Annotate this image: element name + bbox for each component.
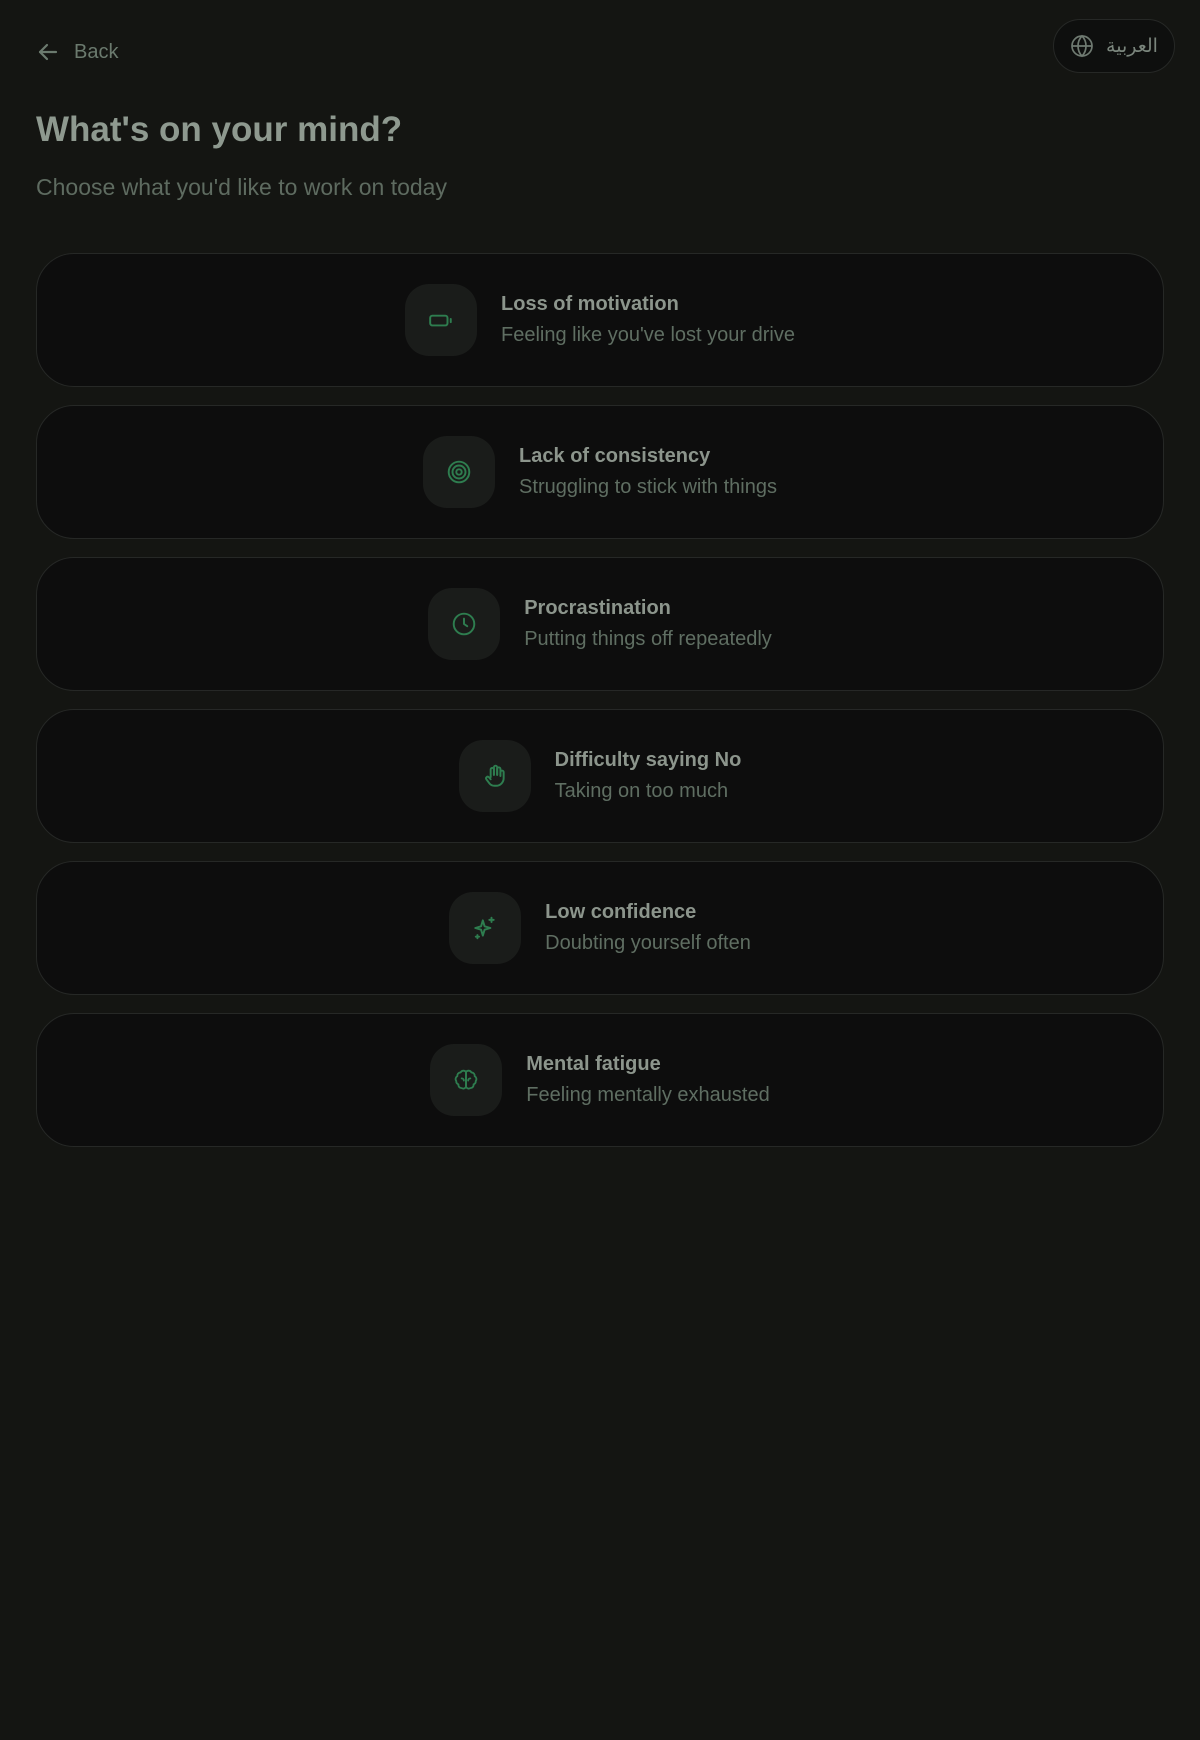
globe-icon: [1071, 34, 1093, 58]
option-title: Low confidence: [545, 901, 697, 923]
option-mental-fatigue[interactable]: Mental fatigue Feeling mentally exhauste…: [36, 1013, 1164, 1147]
brain-icon: [454, 1069, 478, 1090]
option-icon-box: [449, 892, 522, 964]
language-toggle-button[interactable]: العربية: [1053, 19, 1175, 73]
page-subtitle: Choose what you'd like to work on today: [36, 174, 447, 200]
option-title: Lack of consistency: [519, 445, 711, 467]
language-label: العربية: [1106, 35, 1158, 57]
option-icon-box: [430, 1044, 503, 1116]
option-title: Procrastination: [524, 597, 671, 619]
sparkles-icon: [474, 916, 495, 940]
battery-low-icon: [429, 314, 452, 327]
option-difficulty-saying-no[interactable]: Difficulty saying No Taking on too much: [36, 709, 1164, 843]
option-text: Lack of consistency Struggling to stick …: [519, 445, 777, 499]
option-text: Low confidence Doubting yourself often: [545, 901, 751, 955]
option-description: Feeling like you've lost your drive: [501, 324, 795, 346]
back-button[interactable]: Back: [36, 40, 118, 64]
clock-icon: [452, 612, 476, 636]
arrow-left-icon: [38, 43, 58, 61]
option-description: Doubting yourself often: [545, 932, 751, 954]
target-icon: [447, 460, 471, 484]
option-title: Mental fatigue: [526, 1053, 661, 1075]
option-text: Loss of motivation Feeling like you've l…: [501, 293, 795, 347]
option-icon-box: [405, 284, 478, 356]
topic-selection-screen: Back العربية What's on your mind? Choose…: [0, 0, 1200, 1740]
option-title: Loss of motivation: [501, 293, 679, 315]
option-icon-box: [428, 588, 501, 660]
back-label: Back: [74, 40, 119, 63]
option-description: Putting things off repeatedly: [524, 628, 772, 650]
hand-stop-icon: [484, 764, 505, 787]
option-icon-box: [423, 436, 496, 508]
option-text: Mental fatigue Feeling mentally exhauste…: [526, 1053, 769, 1107]
page-title: What's on your mind?: [36, 110, 403, 149]
option-title: Difficulty saying No: [554, 749, 742, 771]
option-description: Feeling mentally exhausted: [526, 1084, 770, 1106]
option-loss-of-motivation[interactable]: Loss of motivation Feeling like you've l…: [36, 253, 1164, 387]
option-description: Taking on too much: [554, 780, 729, 802]
option-procrastination[interactable]: Procrastination Putting things off repea…: [36, 557, 1164, 691]
option-text: Difficulty saying No Taking on too much: [555, 749, 742, 803]
options-list: Loss of motivation Feeling like you've l…: [36, 253, 1164, 1165]
option-low-confidence[interactable]: Low confidence Doubting yourself often: [36, 861, 1164, 995]
option-lack-of-consistency[interactable]: Lack of consistency Struggling to stick …: [36, 405, 1164, 539]
option-description: Struggling to stick with things: [519, 476, 777, 498]
option-text: Procrastination Putting things off repea…: [524, 597, 772, 651]
option-icon-box: [458, 740, 531, 812]
